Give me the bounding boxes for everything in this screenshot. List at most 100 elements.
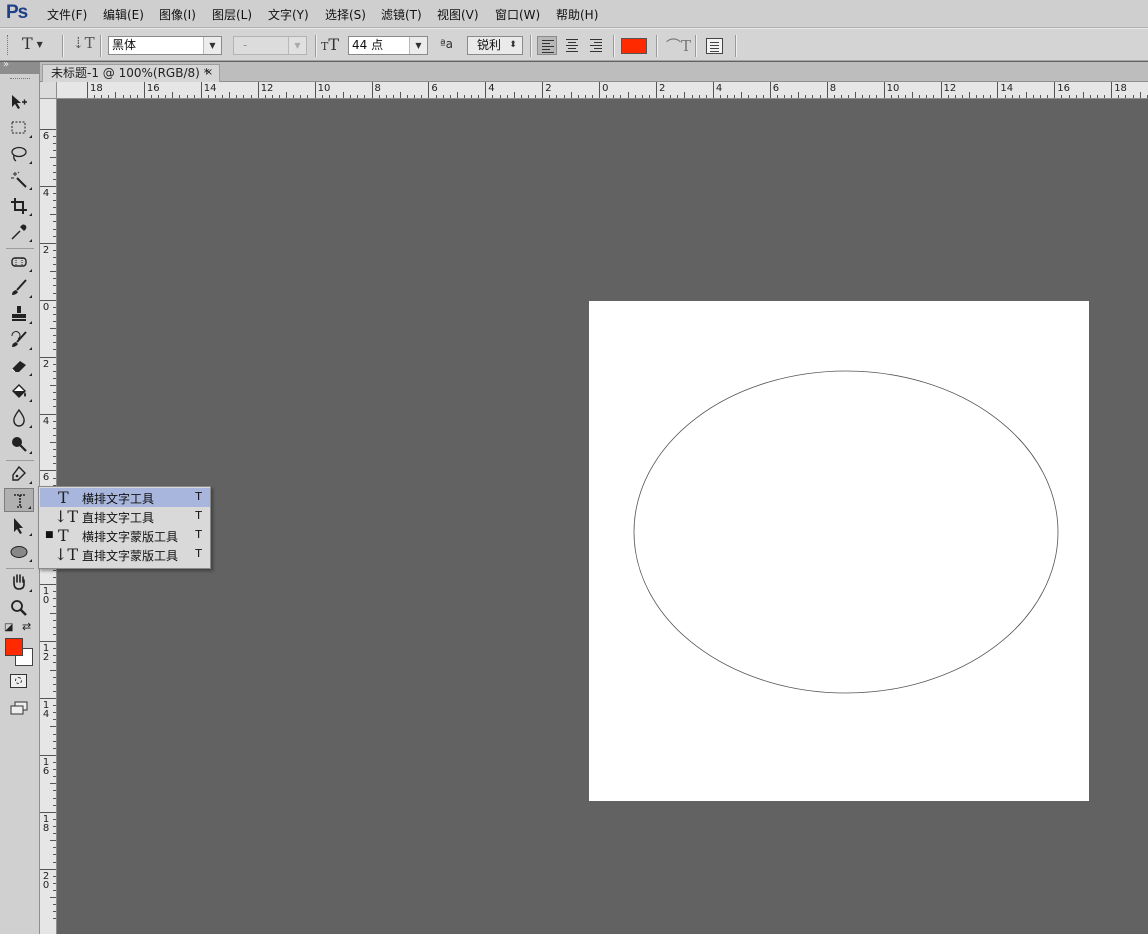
brush-tool[interactable]	[4, 276, 34, 300]
collapse-icon[interactable]: »	[3, 59, 9, 70]
pen-tool[interactable]	[4, 462, 34, 486]
ruler-minor-tick	[378, 95, 380, 98]
default-colors-icon[interactable]: ◪	[4, 622, 13, 633]
ruler-tick	[87, 82, 88, 98]
flyout-item[interactable]: ↓T 直排文字工具 T	[40, 507, 210, 526]
options-bar-grip[interactable]	[7, 35, 9, 55]
lasso-tool[interactable]	[4, 142, 34, 166]
menu-select[interactable]: 选择(S)	[325, 6, 366, 23]
ruler-minor-tick	[435, 95, 437, 98]
chevron-down-icon[interactable]: ▼	[288, 37, 306, 54]
ruler-minor-tick	[755, 95, 757, 98]
font-style-select[interactable]: - ▼	[233, 36, 307, 55]
ruler-minor-tick	[53, 200, 56, 202]
menu-image[interactable]: 图像(I)	[159, 6, 196, 23]
flyout-item[interactable]: T 横排文字工具 T	[40, 488, 210, 507]
ruler-minor-tick	[983, 95, 985, 98]
type-tool[interactable]	[4, 488, 34, 512]
ruler-tick	[200, 82, 202, 98]
ruler-minor-tick	[243, 95, 245, 98]
history-brush-tool[interactable]	[4, 328, 34, 352]
ruler-label: 16	[1057, 83, 1071, 94]
blur-tool[interactable]	[4, 406, 34, 430]
ruler-minor-tick	[53, 861, 56, 863]
menu-filter[interactable]: 滤镜(T)	[381, 6, 422, 23]
horizontal-ruler[interactable]: 18 16 14 12 10 8 6 4 2 0 2 4 6 8 10 12 14 16 18	[40, 82, 1148, 99]
paint-bucket-tool[interactable]	[4, 380, 34, 404]
menu-edit[interactable]: 编辑(E)	[103, 6, 144, 23]
quick-mask-icon[interactable]	[10, 674, 27, 688]
eraser-tool[interactable]	[4, 354, 34, 378]
photoshop-logo[interactable]: Ps	[6, 2, 28, 24]
ruler-minor-tick	[136, 95, 138, 98]
ruler-minor-tick	[399, 92, 401, 98]
ruler-minor-tick	[151, 95, 152, 98]
magic-wand-tool[interactable]	[4, 168, 34, 192]
ruler-minor-tick	[919, 95, 921, 98]
chevron-down-icon[interactable]: ▼	[203, 37, 221, 54]
path-selection-tool[interactable]	[4, 514, 34, 538]
ruler-minor-tick	[335, 95, 337, 98]
font-family-value: 黑体	[112, 38, 137, 52]
healing-brush-tool[interactable]	[4, 250, 34, 274]
separator	[62, 35, 63, 57]
ruler-minor-tick	[193, 95, 195, 98]
ruler-minor-tick	[1125, 95, 1127, 98]
swap-colors-icon[interactable]: ⇄	[22, 620, 31, 633]
crop-tool[interactable]	[4, 194, 34, 218]
ruler-origin[interactable]	[40, 82, 57, 99]
font-family-select[interactable]: 黑体 ▼	[108, 36, 222, 55]
type-tool-preset-icon[interactable]: T ▼	[22, 34, 43, 53]
marquee-tool[interactable]	[4, 116, 34, 140]
menu-file[interactable]: 文件(F)	[47, 6, 87, 23]
ruler-label: 2	[42, 358, 50, 370]
hand-tool[interactable]	[4, 570, 34, 594]
chevron-down-icon[interactable]: ▼	[409, 37, 427, 54]
toolbox-header[interactable]: »	[0, 59, 40, 74]
align-right-button[interactable]	[586, 36, 606, 55]
menu-help[interactable]: 帮助(H)	[556, 6, 598, 23]
ruler-minor-tick	[848, 95, 850, 98]
ruler-minor-tick	[50, 328, 56, 330]
ruler-minor-tick	[926, 95, 928, 98]
flyout-item[interactable]: ↓T 直排文字蒙版工具 T	[40, 545, 210, 564]
document-canvas[interactable]	[589, 301, 1089, 801]
ruler-minor-tick	[207, 95, 209, 98]
ruler-label: 6	[42, 472, 50, 484]
ruler-minor-tick	[478, 95, 480, 98]
menu-window[interactable]: 窗口(W)	[495, 6, 540, 23]
align-center-button[interactable]	[562, 36, 582, 55]
ellipse-tool[interactable]	[4, 540, 34, 564]
zoom-tool[interactable]	[4, 596, 34, 620]
menu-layer[interactable]: 图层(L)	[212, 6, 252, 23]
eyedropper-tool[interactable]	[4, 220, 34, 244]
close-icon[interactable]: ×	[205, 65, 213, 81]
text-orientation-icon[interactable]: ⇣T	[72, 34, 95, 52]
screen-mode-icon[interactable]	[10, 701, 30, 719]
clone-stamp-tool[interactable]	[4, 302, 34, 326]
document-tab[interactable]: 未标题-1 @ 100%(RGB/8) * ×	[42, 64, 220, 82]
antialias-select[interactable]: 锐利 ⬍	[467, 36, 523, 55]
ruler-minor-tick	[53, 719, 56, 721]
character-panel-icon[interactable]	[706, 38, 723, 54]
ruler-minor-tick	[1004, 95, 1006, 98]
font-size-icon: TT	[321, 35, 340, 54]
warp-text-icon[interactable]: ⌒T	[666, 35, 691, 56]
text-color-swatch[interactable]	[621, 38, 647, 54]
separator	[6, 568, 34, 569]
menu-type[interactable]: 文字(Y)	[268, 6, 309, 23]
ruler-minor-tick	[53, 662, 56, 664]
flyout-item[interactable]: ■ T 横排文字蒙版工具 T	[40, 526, 210, 545]
ruler-minor-tick	[53, 882, 56, 884]
menu-view[interactable]: 视图(V)	[437, 6, 479, 23]
toolbox-grip[interactable]	[10, 78, 30, 80]
foreground-color-swatch[interactable]	[5, 638, 23, 656]
align-left-button[interactable]	[537, 36, 557, 55]
ruler-tick	[40, 641, 56, 643]
dodge-tool[interactable]	[4, 432, 34, 456]
ruler-tick	[826, 82, 828, 98]
ruler-minor-tick	[53, 171, 56, 173]
move-tool[interactable]	[4, 90, 34, 114]
font-size-select[interactable]: 44 点 ▼	[348, 36, 428, 55]
ruler-minor-tick	[421, 95, 423, 98]
